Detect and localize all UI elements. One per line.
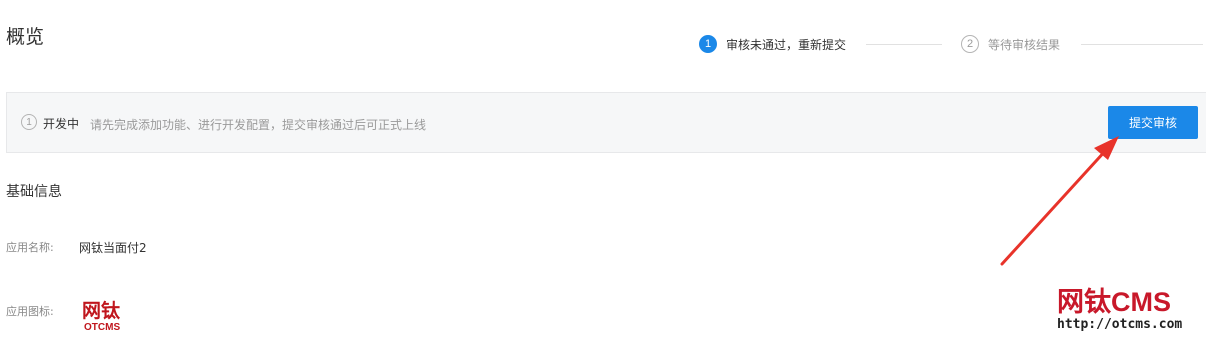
app-icon-text-cn: 网钛 (82, 300, 121, 322)
step-2-number: 2 (961, 35, 979, 53)
step-1: 1 审核未通过，重新提交 (699, 34, 846, 54)
app-icon-label: 应用图标: (6, 305, 54, 318)
app-name-label: 应用名称: (6, 241, 54, 254)
progress-steps: 1 审核未通过，重新提交 2 等待审核结果 (699, 34, 1206, 56)
watermark-logo: 网钛CMS http://otcms.com (1055, 280, 1205, 340)
step-1-number: 1 (699, 35, 717, 53)
step-1-label: 审核未通过，重新提交 (726, 37, 847, 52)
step-2-label: 等待审核结果 (988, 37, 1061, 52)
watermark-title: 网钛CMS (1057, 287, 1171, 317)
app-icon-text-en: OTCMS (84, 322, 121, 333)
step-2: 2 等待审核结果 (961, 34, 1060, 54)
submit-review-button[interactable]: 提交审核 (1108, 106, 1198, 139)
step-connector (866, 44, 942, 45)
status-description: 请先完成添加功能、进行开发配置，提交审核通过后可正式上线 (90, 118, 427, 132)
status-bar: 1 开发中 请先完成添加功能、进行开发配置，提交审核通过后可正式上线 提交审核 (6, 92, 1206, 153)
status-number-icon: 1 (21, 114, 37, 130)
status-label: 开发中 (43, 117, 80, 131)
page-title: 概览 (6, 26, 45, 48)
watermark-url: http://otcms.com (1057, 317, 1183, 332)
app-icon: 网钛 OTCMS (79, 296, 129, 338)
app-name-value: 网钛当面付2 (79, 241, 147, 255)
step-connector-end (1081, 44, 1203, 45)
section-title: 基础信息 (6, 184, 62, 200)
